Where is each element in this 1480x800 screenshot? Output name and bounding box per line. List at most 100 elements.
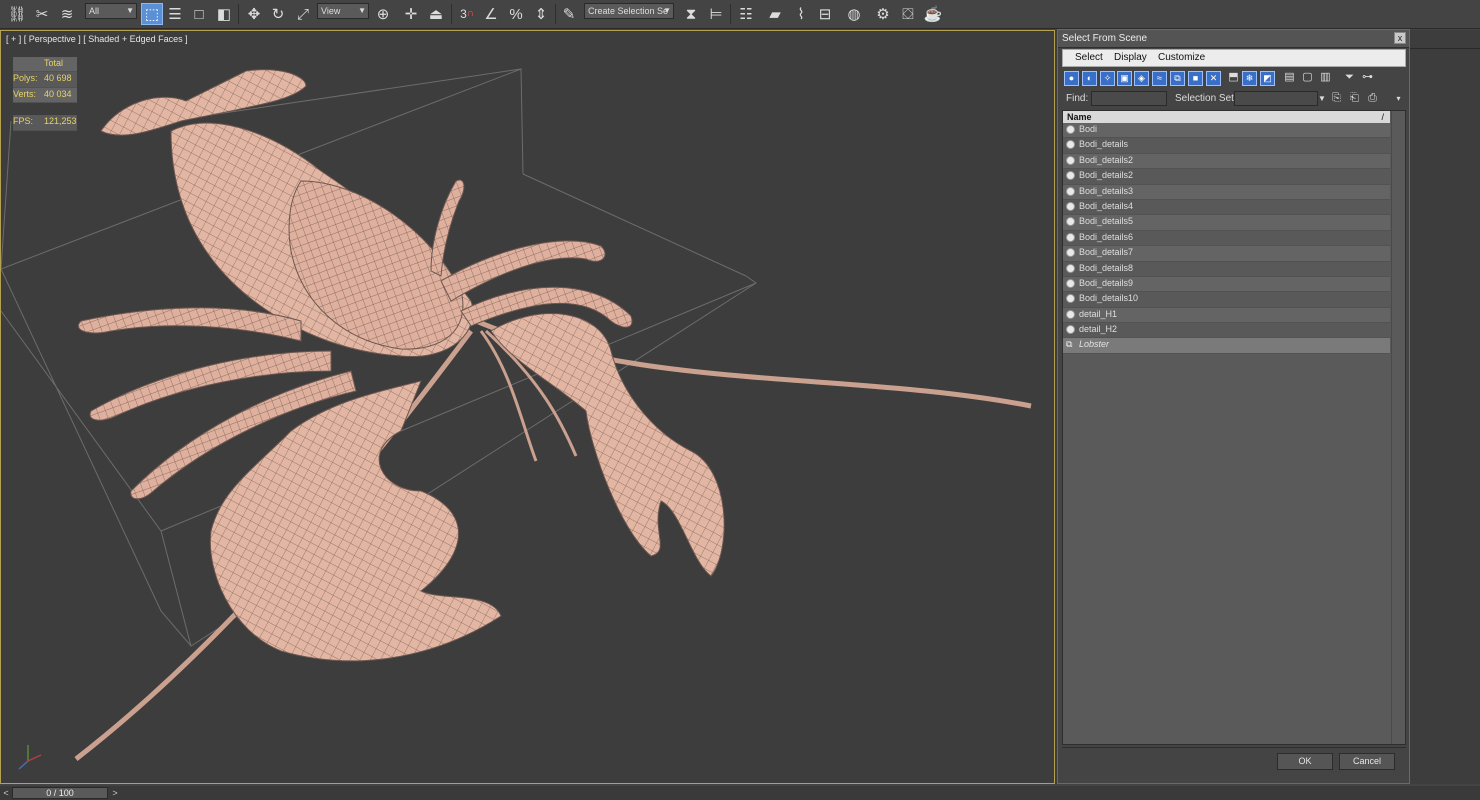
list-item[interactable]: Bodi_details8 xyxy=(1063,261,1390,277)
keyboard-shortcut-icon[interactable]: ⏏ xyxy=(425,3,447,25)
object-icon xyxy=(1066,125,1075,134)
move-icon[interactable]: ✥ xyxy=(243,3,265,25)
reference-coordinate-dropdown[interactable]: View ▼ xyxy=(317,3,369,19)
select-by-name-icon[interactable]: ☰ xyxy=(164,3,186,25)
dialog-find-row: Find: Selection Set: ▼ ⎘ ⎗ ⎙ ▾ xyxy=(1062,90,1406,108)
display-groups-icon[interactable]: ⧉ xyxy=(1170,71,1185,86)
snaps-toggle-icon[interactable]: 3 ∩ xyxy=(456,3,478,25)
display-all-icon[interactable]: ▤ xyxy=(1282,71,1297,86)
select-set-icon[interactable]: ⎗ xyxy=(1348,92,1361,105)
list-item[interactable]: Bodi_details2 xyxy=(1063,153,1390,170)
list-item[interactable]: Bodi_details9 xyxy=(1063,276,1390,293)
list-item[interactable]: Bodi_details2 xyxy=(1063,169,1390,185)
list-item-label: detail_H1 xyxy=(1079,308,1118,319)
object-icon xyxy=(1066,278,1075,288)
menu-display[interactable]: Display xyxy=(1114,52,1147,63)
time-slider[interactable]: 0 / 100 xyxy=(12,787,108,799)
list-item[interactable]: ⧉ Lobster xyxy=(1063,338,1390,354)
create-selection-set-icon[interactable]: ⎘ xyxy=(1330,92,1343,105)
list-item-label: Bodi xyxy=(1079,124,1098,134)
rotate-icon[interactable]: ↻ xyxy=(267,3,289,25)
lobster-mesh[interactable] xyxy=(74,69,1032,761)
graphite-modeling-icon[interactable]: ▰ xyxy=(764,3,786,25)
list-item-label: Bodi_details5 xyxy=(1079,216,1134,227)
list-scrollbar[interactable] xyxy=(1391,111,1405,744)
rectangular-selection-icon[interactable]: □ xyxy=(188,3,210,25)
display-hidden-icon[interactable]: ◩ xyxy=(1260,71,1275,86)
display-shapes-icon[interactable]: ◐ xyxy=(1082,71,1097,86)
display-helpers-icon[interactable]: ◈ xyxy=(1134,71,1149,86)
display-frozen-icon[interactable]: ❄ xyxy=(1242,71,1257,86)
display-spacewarps-icon[interactable]: ≈ xyxy=(1152,71,1167,86)
selection-set-input[interactable] xyxy=(1234,91,1318,106)
filter-icon[interactable]: ⏷ xyxy=(1342,71,1357,86)
object-icon xyxy=(1066,325,1075,335)
list-item-label: Bodi_details3 xyxy=(1079,185,1134,196)
display-cameras-icon[interactable]: ▣ xyxy=(1117,71,1132,86)
dialog-filter-toolbar: ● ◐ ✧ ▣ ◈ ≈ ⧉ ■ ✕ ⬒ ❄ ◩ ▤ ▢ ▥ ⏷ ⊶ xyxy=(1062,70,1406,90)
bind-space-warp-icon[interactable]: ≋ xyxy=(56,3,78,25)
layer-manager-icon[interactable]: ☷ xyxy=(735,3,757,25)
list-item-label: Bodi_details2 xyxy=(1079,170,1134,181)
selection-filter-dropdown[interactable]: All ▼ xyxy=(85,3,137,19)
list-item[interactable]: Bodi_details3 xyxy=(1063,184,1390,200)
link-icon[interactable]: ⛓ xyxy=(6,3,28,25)
previous-frame-button[interactable]: < xyxy=(1,787,11,799)
pivot-center-icon[interactable]: ⊕ xyxy=(372,3,394,25)
object-icon xyxy=(1066,186,1075,196)
list-item[interactable]: Bodi xyxy=(1063,123,1390,139)
expand-options-icon[interactable]: ▾ xyxy=(1392,92,1405,105)
list-item[interactable]: Bodi_details10 xyxy=(1063,292,1390,308)
material-editor-icon[interactable]: ◍ xyxy=(843,3,865,25)
display-invert-icon[interactable]: ▥ xyxy=(1318,71,1333,86)
list-item[interactable]: Bodi_details5 xyxy=(1063,215,1390,231)
list-item[interactable]: Bodi_details7 xyxy=(1063,246,1390,262)
scale-icon[interactable]: ⤢ xyxy=(292,3,314,25)
edit-named-selection-icon[interactable]: ✎ xyxy=(558,3,580,25)
find-input[interactable] xyxy=(1091,91,1167,106)
frame-counter: 0 / 100 xyxy=(46,788,74,798)
display-containers-icon[interactable]: ⬒ xyxy=(1226,71,1241,86)
percent-snap-icon[interactable]: % xyxy=(505,3,527,25)
align-icon[interactable]: ⊨ xyxy=(705,3,727,25)
select-manipulate-icon[interactable]: ✛ xyxy=(400,3,422,25)
name-column-header[interactable]: Name / xyxy=(1063,111,1390,123)
list-item[interactable]: Bodi_details xyxy=(1063,138,1390,154)
list-item-label: Bodi_details9 xyxy=(1079,277,1134,288)
list-item[interactable]: Bodi_details4 xyxy=(1063,199,1390,216)
display-lights-icon[interactable]: ✧ xyxy=(1100,71,1115,86)
list-item[interactable]: Bodi_details6 xyxy=(1063,230,1390,247)
ok-button[interactable]: OK xyxy=(1277,753,1333,770)
unlink-icon[interactable]: ✂ xyxy=(31,3,53,25)
selection-set-dropdown-icon[interactable]: ▼ xyxy=(1317,91,1327,106)
menu-customize[interactable]: Customize xyxy=(1158,52,1205,63)
rendered-frame-icon[interactable]: ⛋ xyxy=(897,3,919,25)
display-xrefs-icon[interactable]: ■ xyxy=(1188,71,1203,86)
edit-selection-set-icon[interactable]: ⎙ xyxy=(1366,92,1379,105)
menu-select[interactable]: Select xyxy=(1075,52,1103,63)
dialog-title-bar[interactable]: Select From Scene x xyxy=(1058,30,1409,48)
list-item-label: Bodi_details8 xyxy=(1079,262,1134,273)
axis-gizmo xyxy=(11,741,45,778)
list-item[interactable]: detail_H1 xyxy=(1063,307,1390,324)
angle-snap-icon[interactable]: ∠ xyxy=(480,3,502,25)
select-object-icon[interactable]: ⬚ xyxy=(141,3,163,25)
named-selection-dropdown[interactable]: Create Selection Se ▼ xyxy=(584,3,674,19)
hierarchy-icon[interactable]: ⊶ xyxy=(1360,71,1375,86)
render-setup-icon[interactable]: ⚙ xyxy=(872,3,894,25)
render-teapot-icon[interactable]: ☕ xyxy=(922,3,944,25)
window-crossing-icon[interactable]: ◧ xyxy=(213,3,235,25)
list-item[interactable]: detail_H2 xyxy=(1063,323,1390,339)
selection-set-label: Selection Set: xyxy=(1175,93,1237,104)
display-bones-icon[interactable]: ✕ xyxy=(1206,71,1221,86)
perspective-viewport[interactable]: [ + ] [ Perspective ] [ Shaded + Edged F… xyxy=(0,30,1055,784)
cancel-button[interactable]: Cancel xyxy=(1339,753,1395,770)
display-none-icon[interactable]: ▢ xyxy=(1300,71,1315,86)
next-frame-button[interactable]: > xyxy=(110,787,120,799)
mirror-icon[interactable]: ⧗ xyxy=(680,3,702,25)
close-icon[interactable]: x xyxy=(1394,32,1406,44)
curve-editor-icon[interactable]: ⌇ xyxy=(790,3,812,25)
spinner-snap-icon[interactable]: ⇕ xyxy=(530,3,552,25)
schematic-view-icon[interactable]: ⊟ xyxy=(814,3,836,25)
display-geometry-icon[interactable]: ● xyxy=(1064,71,1079,86)
